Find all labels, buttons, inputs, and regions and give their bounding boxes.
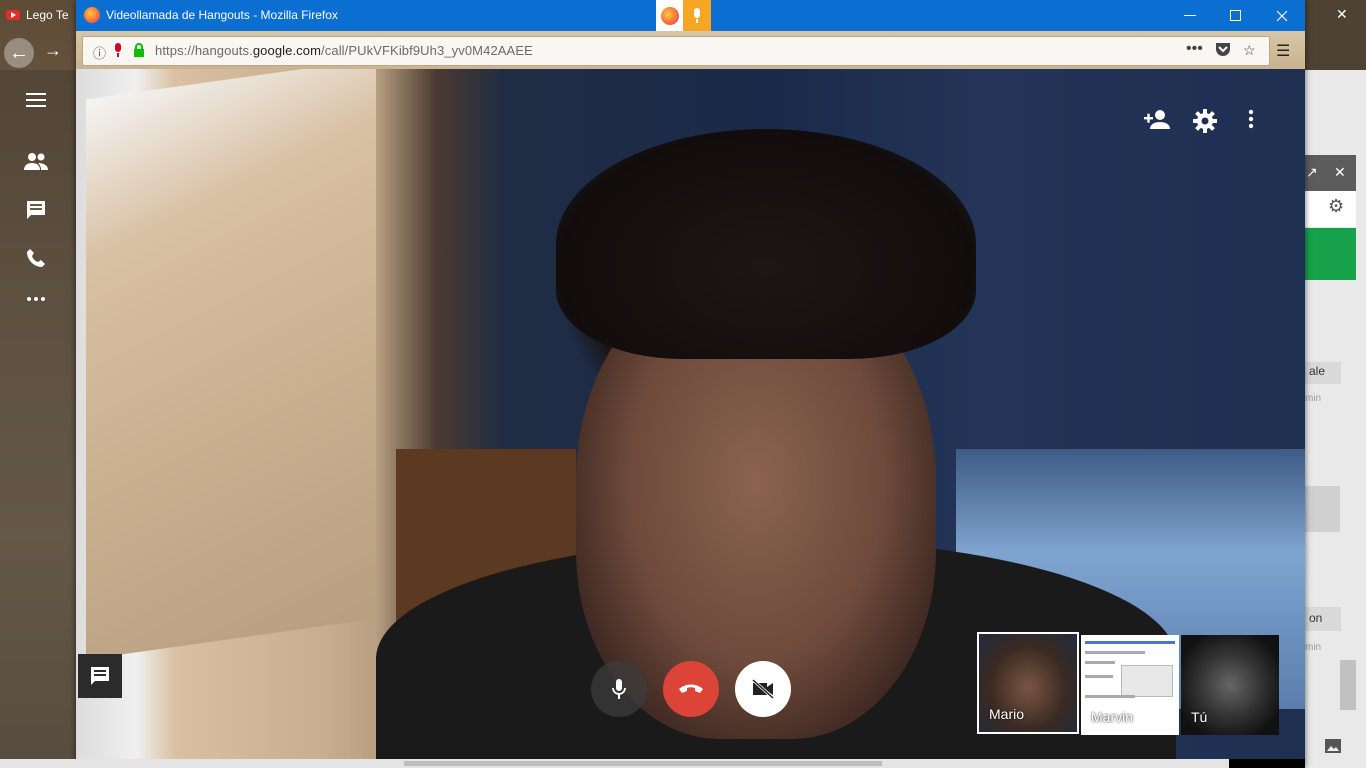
participant-tile[interactable]: Mario (977, 632, 1079, 734)
microphone-icon (612, 679, 626, 699)
message-icon (91, 667, 109, 685)
video-feed: Mario Marvin Tú (76, 69, 1305, 759)
video-background (86, 69, 376, 660)
participant-tile[interactable]: Tú (1181, 635, 1279, 735)
participant-tile[interactable]: Marvin (1081, 635, 1179, 735)
expand-icon[interactable]: ↗ (1306, 164, 1318, 181)
microphone-icon (683, 0, 711, 31)
bookmark-star-icon[interactable]: ☆ (1243, 42, 1256, 59)
close-button[interactable] (1259, 0, 1305, 31)
url-text[interactable]: https://hangouts.google.com/call/PUkVFKi… (155, 43, 533, 58)
video-subject (556, 129, 976, 359)
message-bubble: on (1305, 607, 1341, 631)
sharing-indicator[interactable] (656, 0, 711, 31)
title-bar: Videollamada de Hangouts - Mozilla Firef… (76, 0, 1305, 31)
microphone-button[interactable] (591, 661, 647, 717)
message-block (1305, 486, 1340, 532)
message-time: min (1305, 642, 1322, 653)
window-title: Videollamada de Hangouts - Mozilla Firef… (106, 8, 338, 22)
scrollbar[interactable] (1340, 660, 1356, 710)
navigation-bar: ⓘ https://hangouts.google.com/call/PUkVF… (76, 31, 1305, 69)
participant-strip: Mario Marvin Tú (977, 632, 1281, 738)
pocket-icon[interactable] (1215, 42, 1231, 60)
hang-up-icon (679, 684, 703, 693)
background-tab-title: Lego Te (26, 8, 69, 22)
firefox-logo-icon (656, 0, 683, 31)
people-icon[interactable] (22, 152, 50, 170)
page-actions-icon[interactable]: ••• (1186, 40, 1203, 58)
message-bubble: ale (1305, 362, 1341, 384)
maximize-button[interactable] (1213, 0, 1259, 31)
scrollbar-thumb[interactable] (404, 761, 882, 766)
hangouts-left-rail (0, 70, 76, 768)
address-bar[interactable]: ⓘ https://hangouts.google.com/call/PUkVF… (82, 36, 1270, 66)
back-button[interactable]: ← (4, 38, 34, 68)
lock-icon[interactable] (133, 43, 145, 57)
minimize-button[interactable] (1167, 0, 1213, 31)
add-person-icon[interactable] (1144, 109, 1170, 135)
hamburger-menu-icon[interactable]: ☰ (1276, 41, 1290, 61)
chat-icon[interactable] (22, 200, 50, 220)
participant-name: Mario (989, 706, 1025, 722)
camera-off-icon (751, 679, 775, 699)
more-icon[interactable] (22, 296, 50, 302)
firefox-icon (84, 7, 100, 23)
horizontal-scrollbar[interactable] (0, 759, 1229, 768)
mic-permission-icon[interactable] (113, 42, 123, 58)
participant-name: Tú (1191, 709, 1208, 725)
phone-icon[interactable] (22, 248, 50, 268)
background-tab[interactable]: Lego Te (6, 8, 69, 22)
hang-up-button[interactable] (663, 661, 719, 717)
green-banner (1305, 228, 1356, 280)
forward-button[interactable]: → (44, 40, 62, 61)
more-vert-icon[interactable] (1248, 109, 1258, 135)
youtube-icon (6, 10, 20, 20)
camera-off-button[interactable] (735, 661, 791, 717)
image-icon[interactable] (1324, 738, 1342, 754)
menu-icon[interactable] (22, 92, 50, 108)
gear-icon[interactable]: ⚙ (1328, 196, 1344, 217)
participant-name: Marvin (1091, 709, 1134, 725)
message-time: min (1305, 393, 1322, 404)
chat-toggle-button[interactable] (78, 654, 122, 698)
background-close-icon[interactable]: ✕ (1336, 6, 1348, 23)
info-icon[interactable]: ⓘ (93, 43, 106, 62)
settings-icon[interactable] (1193, 109, 1219, 135)
firefox-window: Videollamada de Hangouts - Mozilla Firef… (76, 0, 1305, 768)
close-icon[interactable]: ✕ (1334, 164, 1346, 181)
